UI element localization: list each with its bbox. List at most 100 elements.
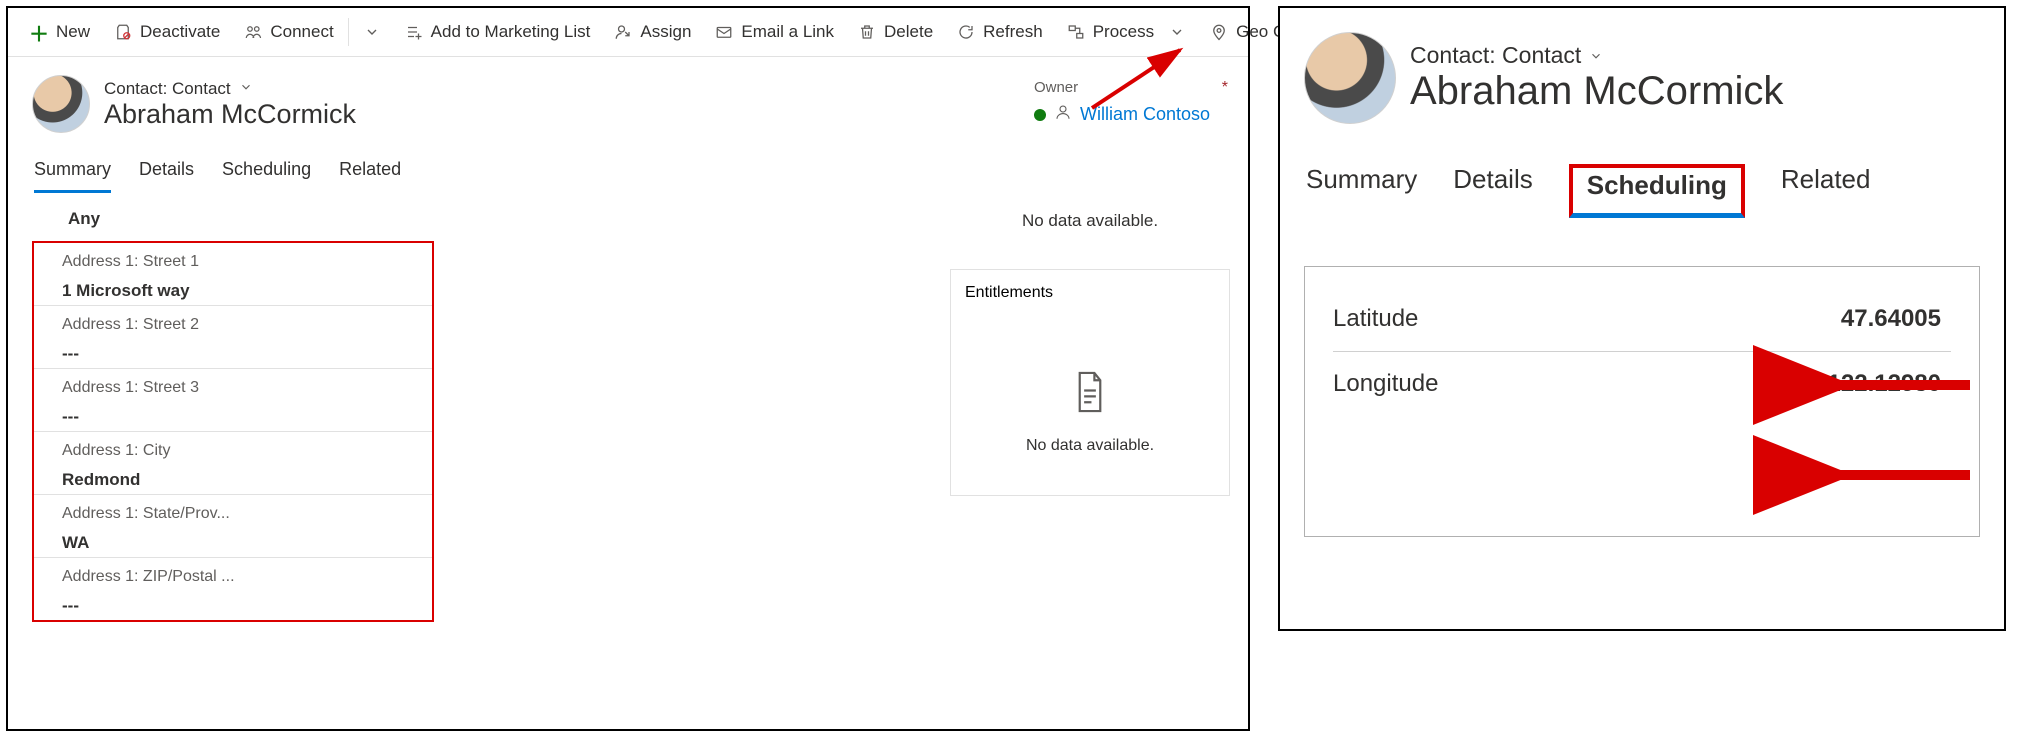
chevron-down-icon: [239, 79, 253, 99]
avatar: [1304, 32, 1396, 124]
identity: Contact: Contact Abraham McCormick: [32, 75, 356, 133]
connect-split[interactable]: [348, 18, 391, 46]
process-button[interactable]: Process: [1057, 16, 1196, 48]
longitude-row[interactable]: Longitude -122.12980: [1333, 352, 1951, 416]
field-label: Address 1: Street 3: [62, 379, 418, 397]
field-label: Address 1: ZIP/Postal ...: [62, 568, 418, 586]
email-icon: [715, 23, 733, 41]
record-name: Abraham McCormick: [1410, 69, 1783, 114]
chevron-down-icon: [1168, 24, 1186, 40]
tab-scheduling[interactable]: Scheduling: [222, 159, 311, 193]
connect-icon: [244, 23, 262, 41]
entitlements-card: Entitlements No data available.: [950, 269, 1230, 496]
longitude-value: -122.12980: [1820, 370, 1951, 398]
tab-details[interactable]: Details: [139, 159, 194, 193]
owner-name: William Contoso: [1080, 104, 1210, 125]
owner-value[interactable]: William Contoso: [1034, 103, 1210, 126]
tab-summary[interactable]: Summary: [1306, 164, 1417, 218]
refresh-label: Refresh: [983, 22, 1043, 42]
tabs-left: Summary Details Scheduling Related: [8, 139, 1248, 193]
tab-related[interactable]: Related: [339, 159, 401, 193]
field-street3[interactable]: Address 1: Street 3 ---: [34, 369, 432, 432]
delete-label: Delete: [884, 22, 933, 42]
field-state[interactable]: Address 1: State/Prov... WA: [34, 495, 432, 558]
record-header-right: Contact: Contact Abraham McCormick: [1280, 8, 2004, 130]
field-street2[interactable]: Address 1: Street 2 ---: [34, 306, 432, 369]
field-zip[interactable]: Address 1: ZIP/Postal ... ---: [34, 558, 432, 620]
trash-icon: [858, 23, 876, 41]
field-label: Address 1: City: [62, 442, 418, 460]
record-header: Contact: Contact Abraham McCormick Owner…: [8, 57, 1248, 139]
latitude-label: Latitude: [1333, 305, 1418, 333]
deactivate-label: Deactivate: [140, 22, 220, 42]
field-value: ---: [62, 397, 418, 427]
address-column: Any Address 1: Street 1 1 Microsoft way …: [26, 197, 450, 622]
latitude-row[interactable]: Latitude 47.64005: [1333, 287, 1951, 352]
entity-type-row[interactable]: Contact: Contact: [104, 79, 356, 99]
email-link-button[interactable]: Email a Link: [705, 16, 844, 48]
command-bar: ＋ New Deactivate Connect: [8, 8, 1248, 57]
tab-summary[interactable]: Summary: [34, 159, 111, 193]
owner-block: Owner * William Contoso: [1034, 75, 1228, 126]
process-label: Process: [1093, 22, 1154, 42]
avatar: [32, 75, 90, 133]
list-add-icon: [405, 23, 423, 41]
entity-type-row[interactable]: Contact: Contact: [1410, 42, 1783, 69]
longitude-label: Longitude: [1333, 370, 1438, 398]
person-icon: [1054, 103, 1072, 126]
record-name: Abraham McCormick: [104, 99, 356, 130]
assign-label: Assign: [640, 22, 691, 42]
connect-button[interactable]: Connect: [234, 16, 343, 48]
field-value: ---: [62, 586, 418, 616]
address-fields-highlight: Address 1: Street 1 1 Microsoft way Addr…: [32, 241, 434, 622]
field-label: Address 1: Street 2: [62, 316, 418, 334]
tab-details[interactable]: Details: [1453, 164, 1532, 218]
presence-available-icon: [1034, 109, 1046, 121]
right-panel: Contact: Contact Abraham McCormick Summa…: [1278, 6, 2006, 631]
connect-label: Connect: [270, 22, 333, 42]
new-label: New: [56, 22, 90, 42]
section-title: Any: [26, 197, 450, 241]
owner-label: Owner: [1034, 79, 1078, 96]
assign-button[interactable]: Assign: [604, 16, 701, 48]
plus-icon: ＋: [30, 23, 48, 41]
field-value: ---: [62, 334, 418, 364]
deactivate-button[interactable]: Deactivate: [104, 16, 230, 48]
process-icon: [1067, 23, 1085, 41]
field-city[interactable]: Address 1: City Redmond: [34, 432, 432, 495]
refresh-button[interactable]: Refresh: [947, 16, 1053, 48]
identity: Contact: Contact Abraham McCormick: [1304, 32, 1783, 124]
tab-related[interactable]: Related: [1781, 164, 1871, 218]
delete-button[interactable]: Delete: [848, 16, 943, 48]
left-panel: ＋ New Deactivate Connect: [6, 6, 1250, 731]
field-value: WA: [62, 523, 418, 553]
field-value: 1 Microsoft way: [62, 271, 418, 301]
required-asterisk: *: [1222, 79, 1228, 97]
latitude-value: 47.64005: [1841, 305, 1951, 333]
entity-type: Contact: Contact: [104, 79, 231, 99]
entitlements-title: Entitlements: [965, 284, 1053, 302]
field-value: Redmond: [62, 460, 418, 490]
coordinates-card: Latitude 47.64005 Longitude -122.12980: [1304, 266, 1980, 537]
chevron-down-icon: [1589, 42, 1603, 69]
assign-icon: [614, 23, 632, 41]
tab-scheduling-highlight[interactable]: Scheduling: [1569, 164, 1745, 218]
add-marketing-button[interactable]: Add to Marketing List: [395, 16, 601, 48]
field-street1[interactable]: Address 1: Street 1 1 Microsoft way: [34, 243, 432, 306]
no-data-top: No data available.: [950, 197, 1230, 245]
field-label: Address 1: State/Prov...: [62, 505, 418, 523]
entity-type: Contact: Contact: [1410, 42, 1581, 69]
tabs-right: Summary Details Scheduling Related: [1280, 130, 2004, 218]
email-link-label: Email a Link: [741, 22, 834, 42]
document-icon: [1072, 370, 1108, 419]
body: Any Address 1: Street 1 1 Microsoft way …: [8, 193, 1248, 622]
side-column: No data available. Entitlements No data …: [450, 197, 1230, 622]
chevron-down-icon: [363, 24, 381, 40]
no-data-bottom: No data available.: [1026, 437, 1154, 455]
refresh-icon: [957, 23, 975, 41]
geo-pin-icon: [1210, 23, 1228, 41]
field-label: Address 1: Street 1: [62, 253, 418, 271]
add-marketing-label: Add to Marketing List: [431, 22, 591, 42]
new-button[interactable]: ＋ New: [20, 16, 100, 48]
deactivate-icon: [114, 23, 132, 41]
